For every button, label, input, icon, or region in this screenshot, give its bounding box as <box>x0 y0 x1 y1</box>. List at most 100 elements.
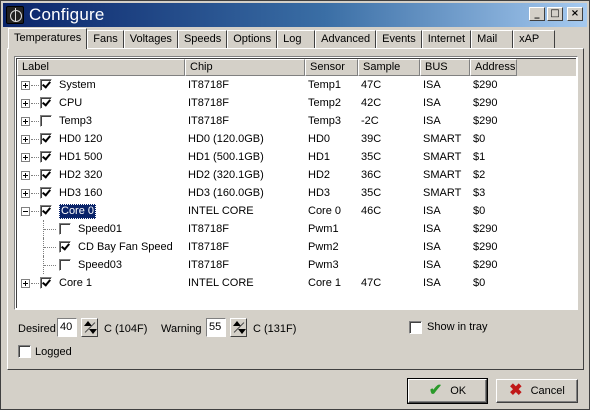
row-bus: SMART <box>423 151 462 163</box>
row-chip: IT8718F <box>188 97 229 109</box>
column-sample[interactable]: Sample <box>358 59 420 76</box>
expand-icon[interactable] <box>21 153 30 162</box>
row-checkbox[interactable] <box>40 133 52 145</box>
row-label: System <box>59 79 96 91</box>
row-bus: ISA <box>423 277 441 289</box>
desired-input[interactable]: 40 <box>57 318 77 337</box>
row-checkbox[interactable] <box>40 97 52 109</box>
row-sensor: Core 1 <box>308 277 342 289</box>
collapse-icon[interactable] <box>21 207 30 216</box>
table-row[interactable]: HD0 120 HD0 (120.0GB) HD0 39C SMART $0 <box>17 130 576 148</box>
title-bar[interactable]: Configure _ □ × <box>3 3 587 27</box>
minimize-button[interactable]: _ <box>529 7 545 21</box>
table-row[interactable]: System IT8718F Temp1 47C ISA $290 <box>17 76 576 94</box>
row-label: HD2 320 <box>59 169 103 181</box>
row-address: $2 <box>473 169 486 181</box>
table-row[interactable]: CPU IT8718F Temp2 42C ISA $290 <box>17 94 576 112</box>
expand-icon[interactable] <box>21 189 30 198</box>
list-rows: System IT8718F Temp1 47C ISA $290 CPU IT8718F Te… <box>17 76 576 292</box>
row-sensor: HD2 <box>308 169 331 181</box>
row-checkbox[interactable] <box>40 151 52 163</box>
table-row[interactable]: HD3 160 HD3 (160.0GB) HD3 35C SMART $3 <box>17 184 576 202</box>
row-checkbox[interactable] <box>40 277 52 289</box>
cancel-x-icon: ✖ <box>509 382 523 399</box>
row-chip: HD1 (500.1GB) <box>188 151 264 163</box>
row-checkbox[interactable] <box>40 187 52 199</box>
tab-internet[interactable]: Internet <box>421 30 472 49</box>
column-address[interactable]: Address <box>470 59 517 76</box>
column-chip[interactable]: Chip <box>185 59 305 76</box>
row-checkbox[interactable] <box>40 205 52 217</box>
table-row[interactable]: Core 1 INTEL CORE Core 1 47C ISA $0 <box>17 274 576 292</box>
tab-strip: Temperatures Fans Voltages Speeds Option… <box>8 28 556 49</box>
row-checkbox[interactable] <box>59 241 71 253</box>
row-sensor: HD1 <box>308 151 331 163</box>
row-address: $290 <box>473 223 498 235</box>
tab-voltages[interactable]: Voltages <box>123 30 178 49</box>
table-row[interactable]: HD1 500 HD1 (500.1GB) HD1 35C SMART $1 <box>17 148 576 166</box>
warning-spinner[interactable] <box>230 318 247 337</box>
expand-icon[interactable] <box>21 117 30 126</box>
row-label: CPU <box>59 97 83 109</box>
expand-icon[interactable] <box>21 279 30 288</box>
table-row[interactable]: Core 0 INTEL CORE Core 0 46C ISA $0 <box>17 202 576 220</box>
expand-icon[interactable] <box>21 81 30 90</box>
column-bus[interactable]: BUS <box>420 59 470 76</box>
row-address: $0 <box>473 205 486 217</box>
warning-input[interactable]: 55 <box>206 318 226 337</box>
row-address: $0 <box>473 133 486 145</box>
list-header: Label Chip Sensor Sample BUS Address <box>17 59 576 76</box>
row-label: HD0 120 <box>59 133 103 145</box>
row-checkbox[interactable] <box>59 223 71 235</box>
row-sample: 35C <box>361 187 382 199</box>
tab-options[interactable]: Options <box>227 30 278 49</box>
row-label: Speed03 <box>78 259 123 271</box>
ok-button[interactable]: ✔ OK <box>407 378 488 404</box>
expand-icon[interactable] <box>21 99 30 108</box>
column-label[interactable]: Label <box>17 59 185 76</box>
tab-temperatures[interactable]: Temperatures <box>8 28 88 49</box>
maximize-button[interactable]: □ <box>547 7 563 21</box>
checkmark-icon: ✔ <box>428 382 443 399</box>
row-sensor: Pwm2 <box>308 241 339 253</box>
row-chip: IT8718F <box>188 79 229 91</box>
row-sample: 47C <box>361 79 382 91</box>
row-bus: ISA <box>423 115 441 127</box>
desired-spinner[interactable] <box>81 318 98 337</box>
table-row[interactable]: Speed01 IT8718F Pwm1 ISA $290 <box>17 220 576 238</box>
logged-checkbox[interactable] <box>18 345 31 358</box>
column-sensor[interactable]: Sensor <box>305 59 358 76</box>
table-row[interactable]: CD Bay Fan Speed IT8718F Pwm2 ISA $290 <box>17 238 576 256</box>
row-bus: ISA <box>423 79 441 91</box>
table-row[interactable]: Temp3 IT8718F Temp3 -2C ISA $290 <box>17 112 576 130</box>
row-label: Core 0 <box>59 204 97 219</box>
row-checkbox[interactable] <box>59 259 71 271</box>
row-address: $290 <box>473 115 498 127</box>
expand-icon[interactable] <box>21 171 30 180</box>
table-row[interactable]: Speed03 IT8718F Pwm3 ISA $290 <box>17 256 576 274</box>
expand-icon[interactable] <box>21 135 30 144</box>
row-chip: IT8718F <box>188 115 229 127</box>
row-checkbox[interactable] <box>40 169 52 181</box>
row-chip: IT8718F <box>188 223 229 235</box>
configure-window: Configure _ □ × Temperatures Fans Voltag… <box>0 0 590 410</box>
tab-fans[interactable]: Fans <box>87 30 124 49</box>
title-buttons: _ □ × <box>529 7 583 21</box>
row-address: $3 <box>473 187 486 199</box>
tab-speeds[interactable]: Speeds <box>177 30 228 49</box>
table-row[interactable]: HD2 320 HD2 (320.1GB) HD2 36C SMART $2 <box>17 166 576 184</box>
tab-mail[interactable]: Mail <box>471 30 514 49</box>
show-in-tray-checkbox[interactable] <box>409 321 422 334</box>
close-button[interactable]: × <box>567 7 583 21</box>
cancel-button[interactable]: ✖ Cancel <box>496 379 578 403</box>
tab-log[interactable]: Log <box>277 30 316 49</box>
tab-events[interactable]: Events <box>376 30 422 49</box>
tab-xap[interactable]: xAP <box>513 30 556 49</box>
row-checkbox[interactable] <box>40 79 52 91</box>
cancel-label: Cancel <box>530 385 565 397</box>
sensor-list[interactable]: Label Chip Sensor Sample BUS Address Sys… <box>14 56 578 310</box>
row-sample: 36C <box>361 169 382 181</box>
row-address: $290 <box>473 79 498 91</box>
tab-advanced[interactable]: Advanced <box>315 30 377 49</box>
row-checkbox[interactable] <box>40 115 52 127</box>
